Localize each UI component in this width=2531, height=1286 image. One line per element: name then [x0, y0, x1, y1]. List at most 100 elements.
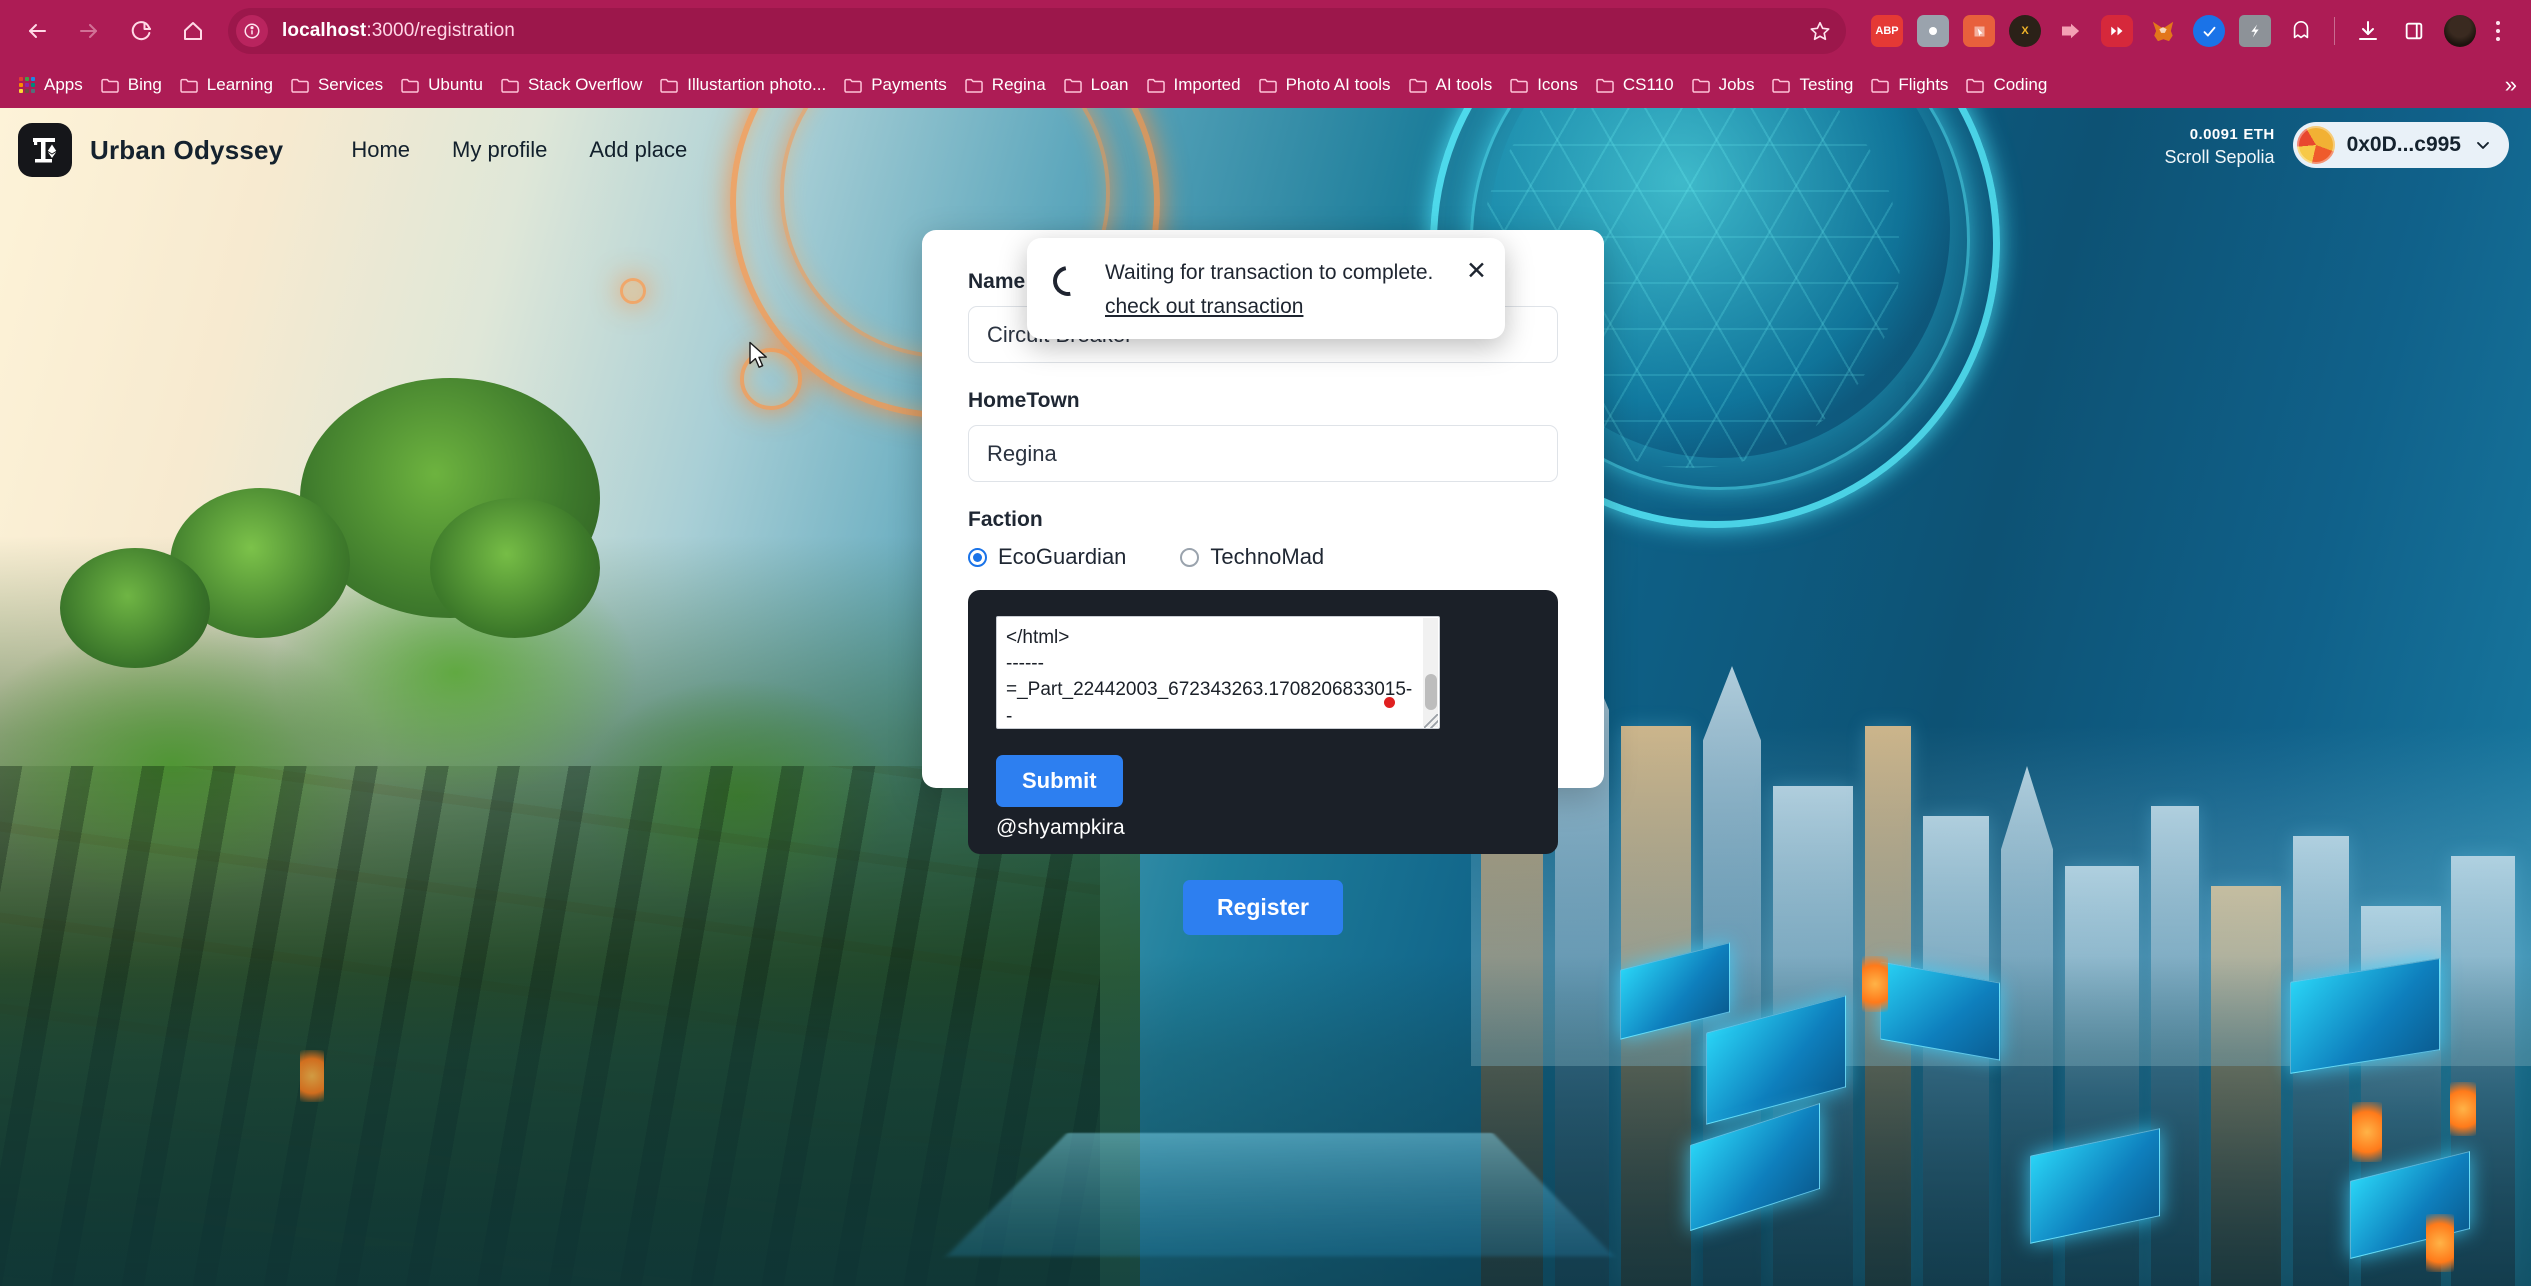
bookmark-label: Flights: [1898, 75, 1949, 94]
scroll-extension-icon[interactable]: [2239, 15, 2271, 47]
bookmark-services[interactable]: Services: [282, 68, 392, 102]
bookmark-label: Illustartion photo...: [687, 75, 827, 94]
bookmark-label: Regina: [991, 75, 1046, 94]
bookmark-icons[interactable]: Icons: [1501, 68, 1587, 102]
wallet-currency: ETH: [2243, 126, 2275, 143]
faction-option-ecoguardian[interactable]: EcoGuardian: [968, 544, 1126, 570]
upload-panel: </html> ------ =_Part_22442003_672343263…: [968, 590, 1558, 854]
bookmark-ubuntu[interactable]: Ubuntu: [392, 68, 492, 102]
folder-icon: [401, 77, 420, 93]
folder-icon: [180, 77, 199, 93]
crane-ethereum-logo-icon: [18, 123, 72, 177]
chevron-down-icon[interactable]: [2473, 135, 2493, 155]
bookmark-illustartion-photo[interactable]: Illustartion photo...: [651, 68, 835, 102]
faction-option-technomad[interactable]: TechnoMad: [1180, 544, 1324, 570]
bookmark-label: Testing: [1799, 75, 1854, 94]
solar-panel-graphic: [2030, 1128, 2160, 1244]
solar-panel-graphic: [1880, 961, 2000, 1061]
screenshot-extension-icon[interactable]: [1963, 15, 1995, 47]
brand[interactable]: Urban Odyssey: [18, 123, 283, 177]
toast-message: Waiting for transaction to complete.: [1105, 261, 1434, 284]
forward-button[interactable]: [66, 8, 112, 54]
bookmark-ai-tools[interactable]: AI tools: [1400, 68, 1502, 102]
faction-field-group: Faction EcoGuardian TechnoMad: [968, 508, 1558, 570]
bookmark-payments[interactable]: Payments: [835, 68, 956, 102]
address-bar[interactable]: localhost:3000/registration: [228, 8, 1846, 54]
close-icon[interactable]: ✕: [1466, 259, 1487, 284]
pink-arrow-extension-icon[interactable]: [2055, 15, 2087, 47]
phantom-extension-icon[interactable]: [2285, 15, 2317, 47]
window-glow: [2450, 1082, 2476, 1136]
site-info-icon[interactable]: [236, 15, 268, 47]
apps-grid-icon: [19, 77, 35, 93]
nav-home[interactable]: Home: [335, 128, 426, 172]
nav-add-place[interactable]: Add place: [573, 128, 703, 172]
bookmark-loan[interactable]: Loan: [1055, 68, 1138, 102]
url-host: localhost: [282, 20, 367, 41]
wallet-balance-amount: 0.0091 ETH: [2165, 122, 2275, 146]
mouse-cursor: [748, 341, 770, 376]
window-glow: [1862, 956, 1888, 1012]
metamask-extension-icon[interactable]: [2147, 15, 2179, 47]
check-out-transaction-link[interactable]: check out transaction: [1105, 295, 1303, 319]
bookmark-bing[interactable]: Bing: [92, 68, 171, 102]
bookmark-label: Stack Overflow: [527, 75, 643, 94]
bookmark-photo-ai-tools[interactable]: Photo AI tools: [1250, 68, 1400, 102]
radio-technomad-icon[interactable]: [1180, 547, 1200, 567]
bookmark-apps[interactable]: Apps: [10, 68, 92, 102]
submit-button[interactable]: Submit: [996, 755, 1123, 807]
resize-grip-icon[interactable]: [1424, 714, 1438, 728]
bookmark-label: Ubuntu: [428, 75, 483, 94]
x-extension-icon[interactable]: X: [2009, 15, 2041, 47]
wallet-account-button[interactable]: 0x0D...c995: [2292, 122, 2509, 169]
folder-icon: [501, 77, 520, 93]
three-dot-menu-icon[interactable]: [2483, 13, 2513, 49]
solar-panel-graphic: [2290, 958, 2440, 1074]
folder-icon: [1258, 77, 1278, 93]
back-button[interactable]: [14, 8, 60, 54]
transaction-toast: Waiting for transaction to complete. ✕ c…: [1027, 238, 1505, 340]
url-text[interactable]: localhost:3000/registration: [282, 20, 515, 42]
bookmarks-overflow-icon[interactable]: »: [2505, 69, 2517, 101]
wallet-balance: 0.0091 ETH Scroll Sepolia: [2165, 122, 2275, 168]
verified-blue-extension-icon[interactable]: [2193, 15, 2225, 47]
bookmark-jobs[interactable]: Jobs: [1683, 68, 1764, 102]
bookmark-coding[interactable]: Coding: [1957, 68, 2056, 102]
wallet-network: Scroll Sepolia: [2164, 146, 2275, 167]
folder-icon: [1691, 77, 1711, 93]
tree-graphic: [430, 498, 600, 638]
folder-icon: [291, 77, 310, 93]
bookmark-regina[interactable]: Regina: [956, 68, 1055, 102]
bookmark-testing[interactable]: Testing: [1763, 68, 1862, 102]
folder-icon: [101, 77, 120, 93]
home-button[interactable]: [170, 8, 216, 54]
grammar-extension-icon[interactable]: [1917, 15, 1949, 47]
vertical-scrollbar[interactable]: [1423, 618, 1438, 727]
register-button[interactable]: Register: [1182, 880, 1344, 935]
bookmark-imported[interactable]: Imported: [1138, 68, 1250, 102]
wallet-zone: 0.0091 ETH Scroll Sepolia 0x0D...c995: [2165, 122, 2509, 169]
faction-label: Faction: [968, 508, 1043, 531]
profile-avatar-icon[interactable]: [2444, 15, 2476, 47]
nav-my-profile[interactable]: My profile: [436, 128, 563, 172]
code-textarea[interactable]: </html> ------ =_Part_22442003_672343263…: [996, 616, 1440, 729]
folder-icon: [1596, 77, 1615, 93]
bookmark-flights[interactable]: Flights: [1862, 68, 1957, 102]
star-icon[interactable]: [1802, 13, 1838, 49]
side-panel-icon[interactable]: [2398, 15, 2430, 47]
fast-forward-extension-icon[interactable]: [2101, 15, 2133, 47]
folder-icon: [1772, 77, 1791, 93]
radio-ecoguardian-icon[interactable]: [968, 547, 987, 567]
jazzicon-avatar: [2296, 126, 2335, 165]
folder-icon: [965, 77, 984, 93]
scrollbar-thumb[interactable]: [1425, 674, 1437, 710]
reload-button[interactable]: [118, 8, 164, 54]
bookmark-label: Loan: [1090, 75, 1129, 94]
bookmark-stack-overflow[interactable]: Stack Overflow: [492, 68, 651, 102]
hometown-input[interactable]: [968, 425, 1558, 482]
download-icon[interactable]: [2352, 15, 2384, 47]
bookmark-learning[interactable]: Learning: [171, 68, 282, 102]
bookmark-cs110[interactable]: CS110: [1587, 68, 1683, 102]
adblock-plus-extension-icon[interactable]: ABP: [1871, 15, 1903, 47]
window-glow: [2426, 1214, 2454, 1272]
